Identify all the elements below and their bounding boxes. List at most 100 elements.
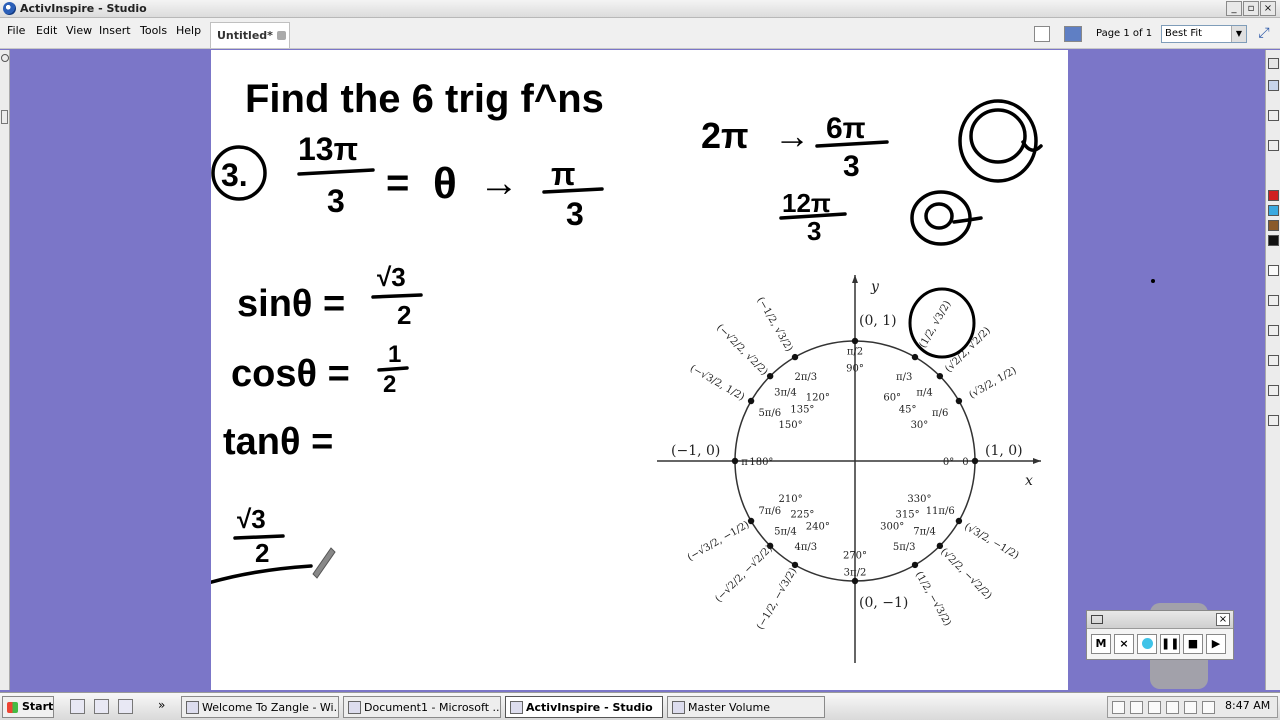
- right-toolbox-strip: [1265, 50, 1280, 690]
- tab-untitled[interactable]: Untitled*: [210, 22, 290, 48]
- six-pi-denominator: 3: [843, 150, 860, 183]
- tray-volume-icon[interactable]: [1148, 701, 1161, 714]
- radian-label-45: π/4: [916, 387, 932, 398]
- stop-icon[interactable]: ■: [1183, 634, 1203, 654]
- ie-window-icon: [186, 701, 199, 714]
- sin-numerator: √3: [377, 262, 406, 292]
- play-icon[interactable]: ▶: [1206, 634, 1226, 654]
- page-indicator: Page 1 of 1: [1096, 28, 1153, 39]
- coord-label-150: (−√3/2, 1/2): [688, 363, 746, 403]
- redo-icon[interactable]: [1268, 355, 1279, 366]
- tray-star-icon[interactable]: [1130, 701, 1143, 714]
- color-blue-swatch[interactable]: [1268, 205, 1279, 216]
- spiral-scribble-small: [910, 190, 983, 246]
- quicklaunch-desktop-icon[interactable]: [70, 699, 85, 714]
- radian-label-210: 7π/6: [758, 506, 781, 517]
- cos-denominator: 2: [383, 371, 396, 398]
- cos-numerator: 1: [388, 341, 401, 368]
- quicklaunch-overflow-icon[interactable]: »: [158, 698, 165, 712]
- volume-window-icon: [672, 701, 685, 714]
- task-master-volume[interactable]: Master Volume: [667, 696, 825, 718]
- page-organiser-icon[interactable]: [1034, 26, 1050, 42]
- recorder-cancel-button[interactable]: ×: [1114, 634, 1134, 654]
- menu-view[interactable]: View: [66, 24, 92, 37]
- select-tool-icon[interactable]: [1268, 80, 1279, 91]
- page-browser-icon[interactable]: [1064, 26, 1082, 42]
- menu-insert[interactable]: Insert: [99, 24, 131, 37]
- windows-logo-icon: [7, 702, 18, 713]
- degree-label-135: 135°: [790, 404, 814, 415]
- recorder-close-icon[interactable]: ×: [1216, 613, 1230, 626]
- reset-icon[interactable]: [1268, 385, 1279, 396]
- undo-icon[interactable]: [1268, 325, 1279, 336]
- toolbox-pin-icon[interactable]: [1, 54, 9, 62]
- task-label: Welcome To Zangle - Wi...: [202, 701, 339, 714]
- toolbox-arrow-icon[interactable]: [1268, 295, 1279, 306]
- coord-label-225: (−√2/2, −√2/2): [713, 543, 774, 604]
- maximize-button[interactable]: ▫: [1243, 1, 1259, 16]
- task-activinspire[interactable]: ActivInspire - Studio: [505, 696, 663, 718]
- menu-help[interactable]: Help: [176, 24, 201, 37]
- color-red-swatch[interactable]: [1268, 190, 1279, 201]
- pen-tool-icon[interactable]: [1268, 58, 1279, 69]
- task-zangle[interactable]: Welcome To Zangle - Wi...: [181, 696, 339, 718]
- record-icon[interactable]: [1137, 634, 1157, 654]
- menu-tools[interactable]: Tools: [140, 24, 167, 37]
- quicklaunch-explorer-icon[interactable]: [94, 699, 109, 714]
- x-axis-label: x: [1025, 473, 1033, 489]
- task-document1[interactable]: Document1 - Microsoft ...: [343, 696, 501, 718]
- quicklaunch-ie-icon[interactable]: [118, 699, 133, 714]
- angle-point-45: [936, 372, 944, 380]
- tray-network-icon[interactable]: [1166, 701, 1179, 714]
- toolbox-handle-icon[interactable]: [1, 110, 8, 124]
- pause-icon[interactable]: ❚❚: [1160, 634, 1180, 654]
- page-next-icon[interactable]: [1268, 415, 1279, 426]
- coord-label-210: (−√3/2, −1/2): [686, 519, 752, 563]
- radian-label-120: 2π/3: [794, 372, 817, 383]
- degree-label-180: 180°: [749, 457, 773, 468]
- pen-width-slider[interactable]: [1268, 265, 1279, 276]
- eraser-tool-icon[interactable]: [1268, 140, 1279, 151]
- zoom-select[interactable]: Best Fit ▼: [1161, 25, 1247, 43]
- degree-label-270: 270°: [843, 551, 867, 562]
- tab-close-icon[interactable]: [277, 31, 286, 40]
- arrow-two: →: [774, 115, 810, 156]
- cos-line: cosθ =: [231, 353, 350, 395]
- radian-label-30: π/6: [932, 408, 948, 419]
- flipchart-page[interactable]: Find the 6 trig f^ns 3. 13π 3 = θ → π 3 …: [211, 50, 1068, 690]
- recorder-mute-button[interactable]: M: [1091, 634, 1111, 654]
- close-button[interactable]: ×: [1260, 1, 1276, 16]
- tray-update-icon[interactable]: [1202, 701, 1215, 714]
- recorder-menu-icon[interactable]: [1091, 615, 1103, 624]
- radian-label-60: π/3: [896, 372, 912, 383]
- coord-label-30: (√3/2, 1/2): [967, 365, 1018, 401]
- fullscreen-icon[interactable]: ⤢: [1254, 25, 1274, 45]
- coord-label-135: (−√2/2, √2/2): [714, 322, 770, 378]
- tab-label: Untitled*: [217, 29, 273, 42]
- point-label-0-neg1: (0, −1): [859, 595, 908, 611]
- start-button[interactable]: Start: [2, 696, 54, 718]
- radian-label-315: 7π/4: [913, 527, 936, 538]
- degree-label-90: 90°: [846, 363, 864, 374]
- pen-underline-stroke: [211, 564, 313, 585]
- stray-dot: [1151, 279, 1155, 283]
- color-brown-swatch[interactable]: [1268, 220, 1279, 231]
- tray-security-icon[interactable]: [1184, 701, 1197, 714]
- tray-app-icon[interactable]: [1112, 701, 1125, 714]
- degree-label-30: 30°: [911, 420, 929, 431]
- clock: 8:47 AM: [1225, 699, 1271, 712]
- task-label: ActivInspire - Studio: [526, 701, 653, 714]
- activinspire-window-icon: [510, 701, 523, 714]
- color-black-swatch[interactable]: [1268, 235, 1279, 246]
- chevron-down-icon[interactable]: ▼: [1231, 26, 1246, 42]
- recorder-titlebar: ×: [1087, 611, 1233, 629]
- minimize-button[interactable]: _: [1226, 1, 1242, 16]
- menu-file[interactable]: File: [7, 24, 25, 37]
- recorder-widget: × M × ❚❚ ■ ▶: [1086, 610, 1234, 660]
- radian-label-135: 3π/4: [774, 387, 797, 398]
- x-axis-arrow-icon: [1033, 458, 1041, 464]
- highlighter-tool-icon[interactable]: [1268, 110, 1279, 121]
- arrow-symbol: →: [479, 161, 519, 205]
- menu-edit[interactable]: Edit: [36, 24, 57, 37]
- point-label-1-0: (1, 0): [985, 443, 1023, 459]
